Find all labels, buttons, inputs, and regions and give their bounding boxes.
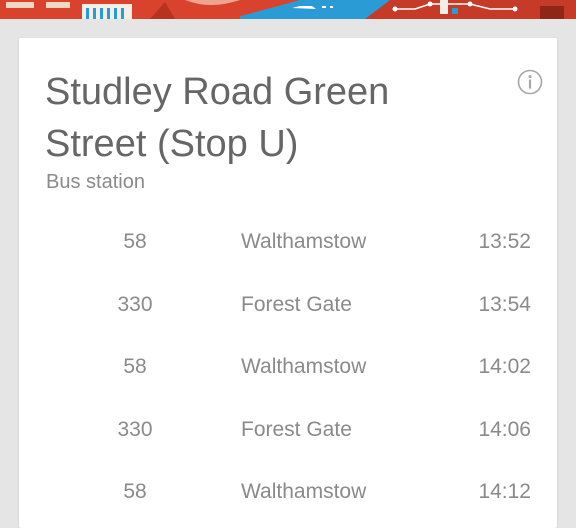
destination: Forest Gate <box>241 292 352 316</box>
destination: Walthamstow <box>241 480 367 504</box>
departure-row[interactable]: 330 Forest Gate 14:06 <box>19 399 557 462</box>
info-icon-glyph <box>517 69 543 95</box>
stop-type-label: Bus station <box>46 171 145 193</box>
route-number: 58 <box>123 480 147 504</box>
route-number: 330 <box>117 417 153 441</box>
destination: Walthamstow <box>241 355 367 379</box>
departure-time: 13:54 <box>478 292 531 316</box>
departure-time: 13:52 <box>478 230 531 254</box>
route-number: 330 <box>117 292 153 316</box>
stop-title: Studley Road Green Street (Stop U) <box>45 71 390 165</box>
departure-time: 14:06 <box>478 417 531 441</box>
destination: Forest Gate <box>241 417 352 441</box>
departure-row[interactable]: 58 Walthamstow 14:02 <box>19 336 557 399</box>
stop-card: Studley Road Green Street (Stop U) Bus s… <box>19 38 557 528</box>
departure-row[interactable]: 58 Walthamstow 13:52 <box>19 211 557 274</box>
route-number: 58 <box>123 230 147 254</box>
departure-time: 14:02 <box>478 355 531 379</box>
departure-row[interactable]: 58 Walthamstow 14:12 <box>19 461 557 524</box>
destination: Walthamstow <box>241 230 367 254</box>
departures-list: 58 Walthamstow 13:52 330 Forest Gate 13:… <box>19 211 557 524</box>
header-illustration-art <box>0 0 576 19</box>
header-illustration <box>0 0 576 19</box>
route-number: 58 <box>123 355 147 379</box>
departure-row[interactable]: 330 Forest Gate 13:54 <box>19 274 557 337</box>
info-icon[interactable] <box>517 69 543 95</box>
departure-time: 14:12 <box>478 480 531 504</box>
